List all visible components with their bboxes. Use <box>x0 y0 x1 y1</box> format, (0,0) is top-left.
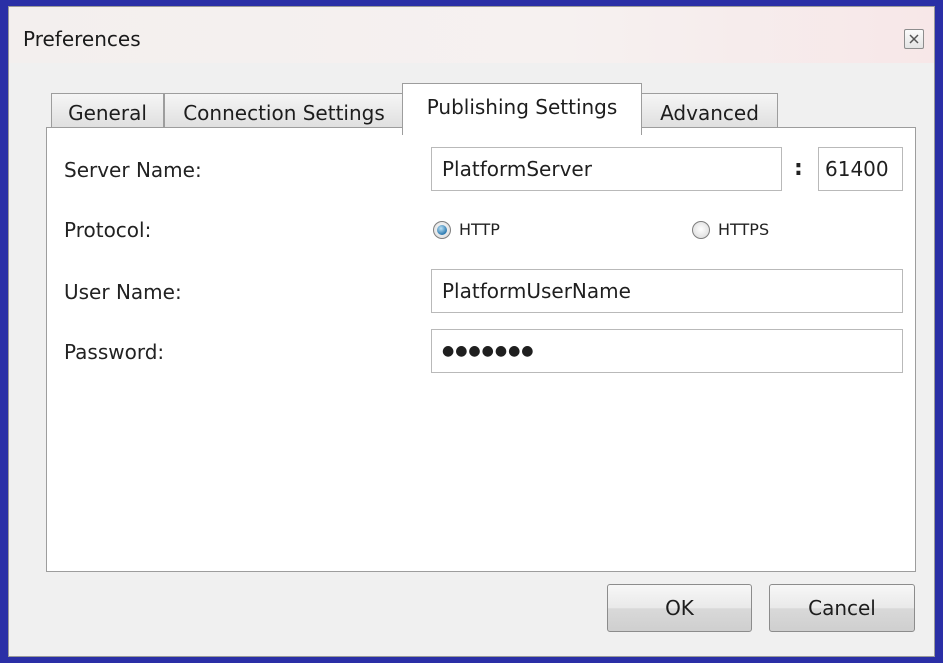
server-name-label: Server Name: <box>64 158 202 182</box>
password-label: Password: <box>64 340 165 364</box>
password-field[interactable]: ●●●●●●● <box>431 329 903 373</box>
radio-http-indicator[interactable] <box>433 220 451 239</box>
port-field[interactable]: 61400 <box>818 147 903 191</box>
protocol-label: Protocol: <box>64 218 152 242</box>
radio-http-label: HTTP <box>459 220 500 239</box>
publishing-settings-panel: Server Name: PlatformServer : 61400 Prot… <box>46 127 916 572</box>
close-icon <box>909 34 919 44</box>
dialog-title: Preferences <box>23 27 141 51</box>
close-button[interactable] <box>904 29 924 49</box>
user-name-field[interactable]: PlatformUserName <box>431 269 903 313</box>
user-name-label: User Name: <box>64 280 182 304</box>
tab-general-label: General <box>68 101 147 125</box>
server-name-field[interactable]: PlatformServer <box>431 147 782 191</box>
ok-button[interactable]: OK <box>607 584 752 632</box>
tab-publishing-settings-label: Publishing Settings <box>426 95 618 119</box>
cancel-button[interactable]: Cancel <box>769 584 915 632</box>
ok-button-label: OK <box>665 596 694 620</box>
radio-https-indicator[interactable] <box>692 220 710 239</box>
cancel-button-label: Cancel <box>808 596 876 620</box>
radio-https[interactable]: HTTPS <box>692 220 769 239</box>
title-bar[interactable]: Preferences <box>9 7 934 63</box>
port-separator: : <box>794 156 803 181</box>
preferences-dialog: Preferences General Connection Settings … <box>8 6 935 657</box>
tab-connection-settings-label: Connection Settings <box>183 101 385 125</box>
tab-advanced-label: Advanced <box>660 101 759 125</box>
radio-http[interactable]: HTTP <box>433 220 500 239</box>
tab-publishing-settings[interactable]: Publishing Settings <box>402 83 642 135</box>
window-frame: Preferences General Connection Settings … <box>0 0 943 663</box>
radio-https-label: HTTPS <box>718 220 770 239</box>
